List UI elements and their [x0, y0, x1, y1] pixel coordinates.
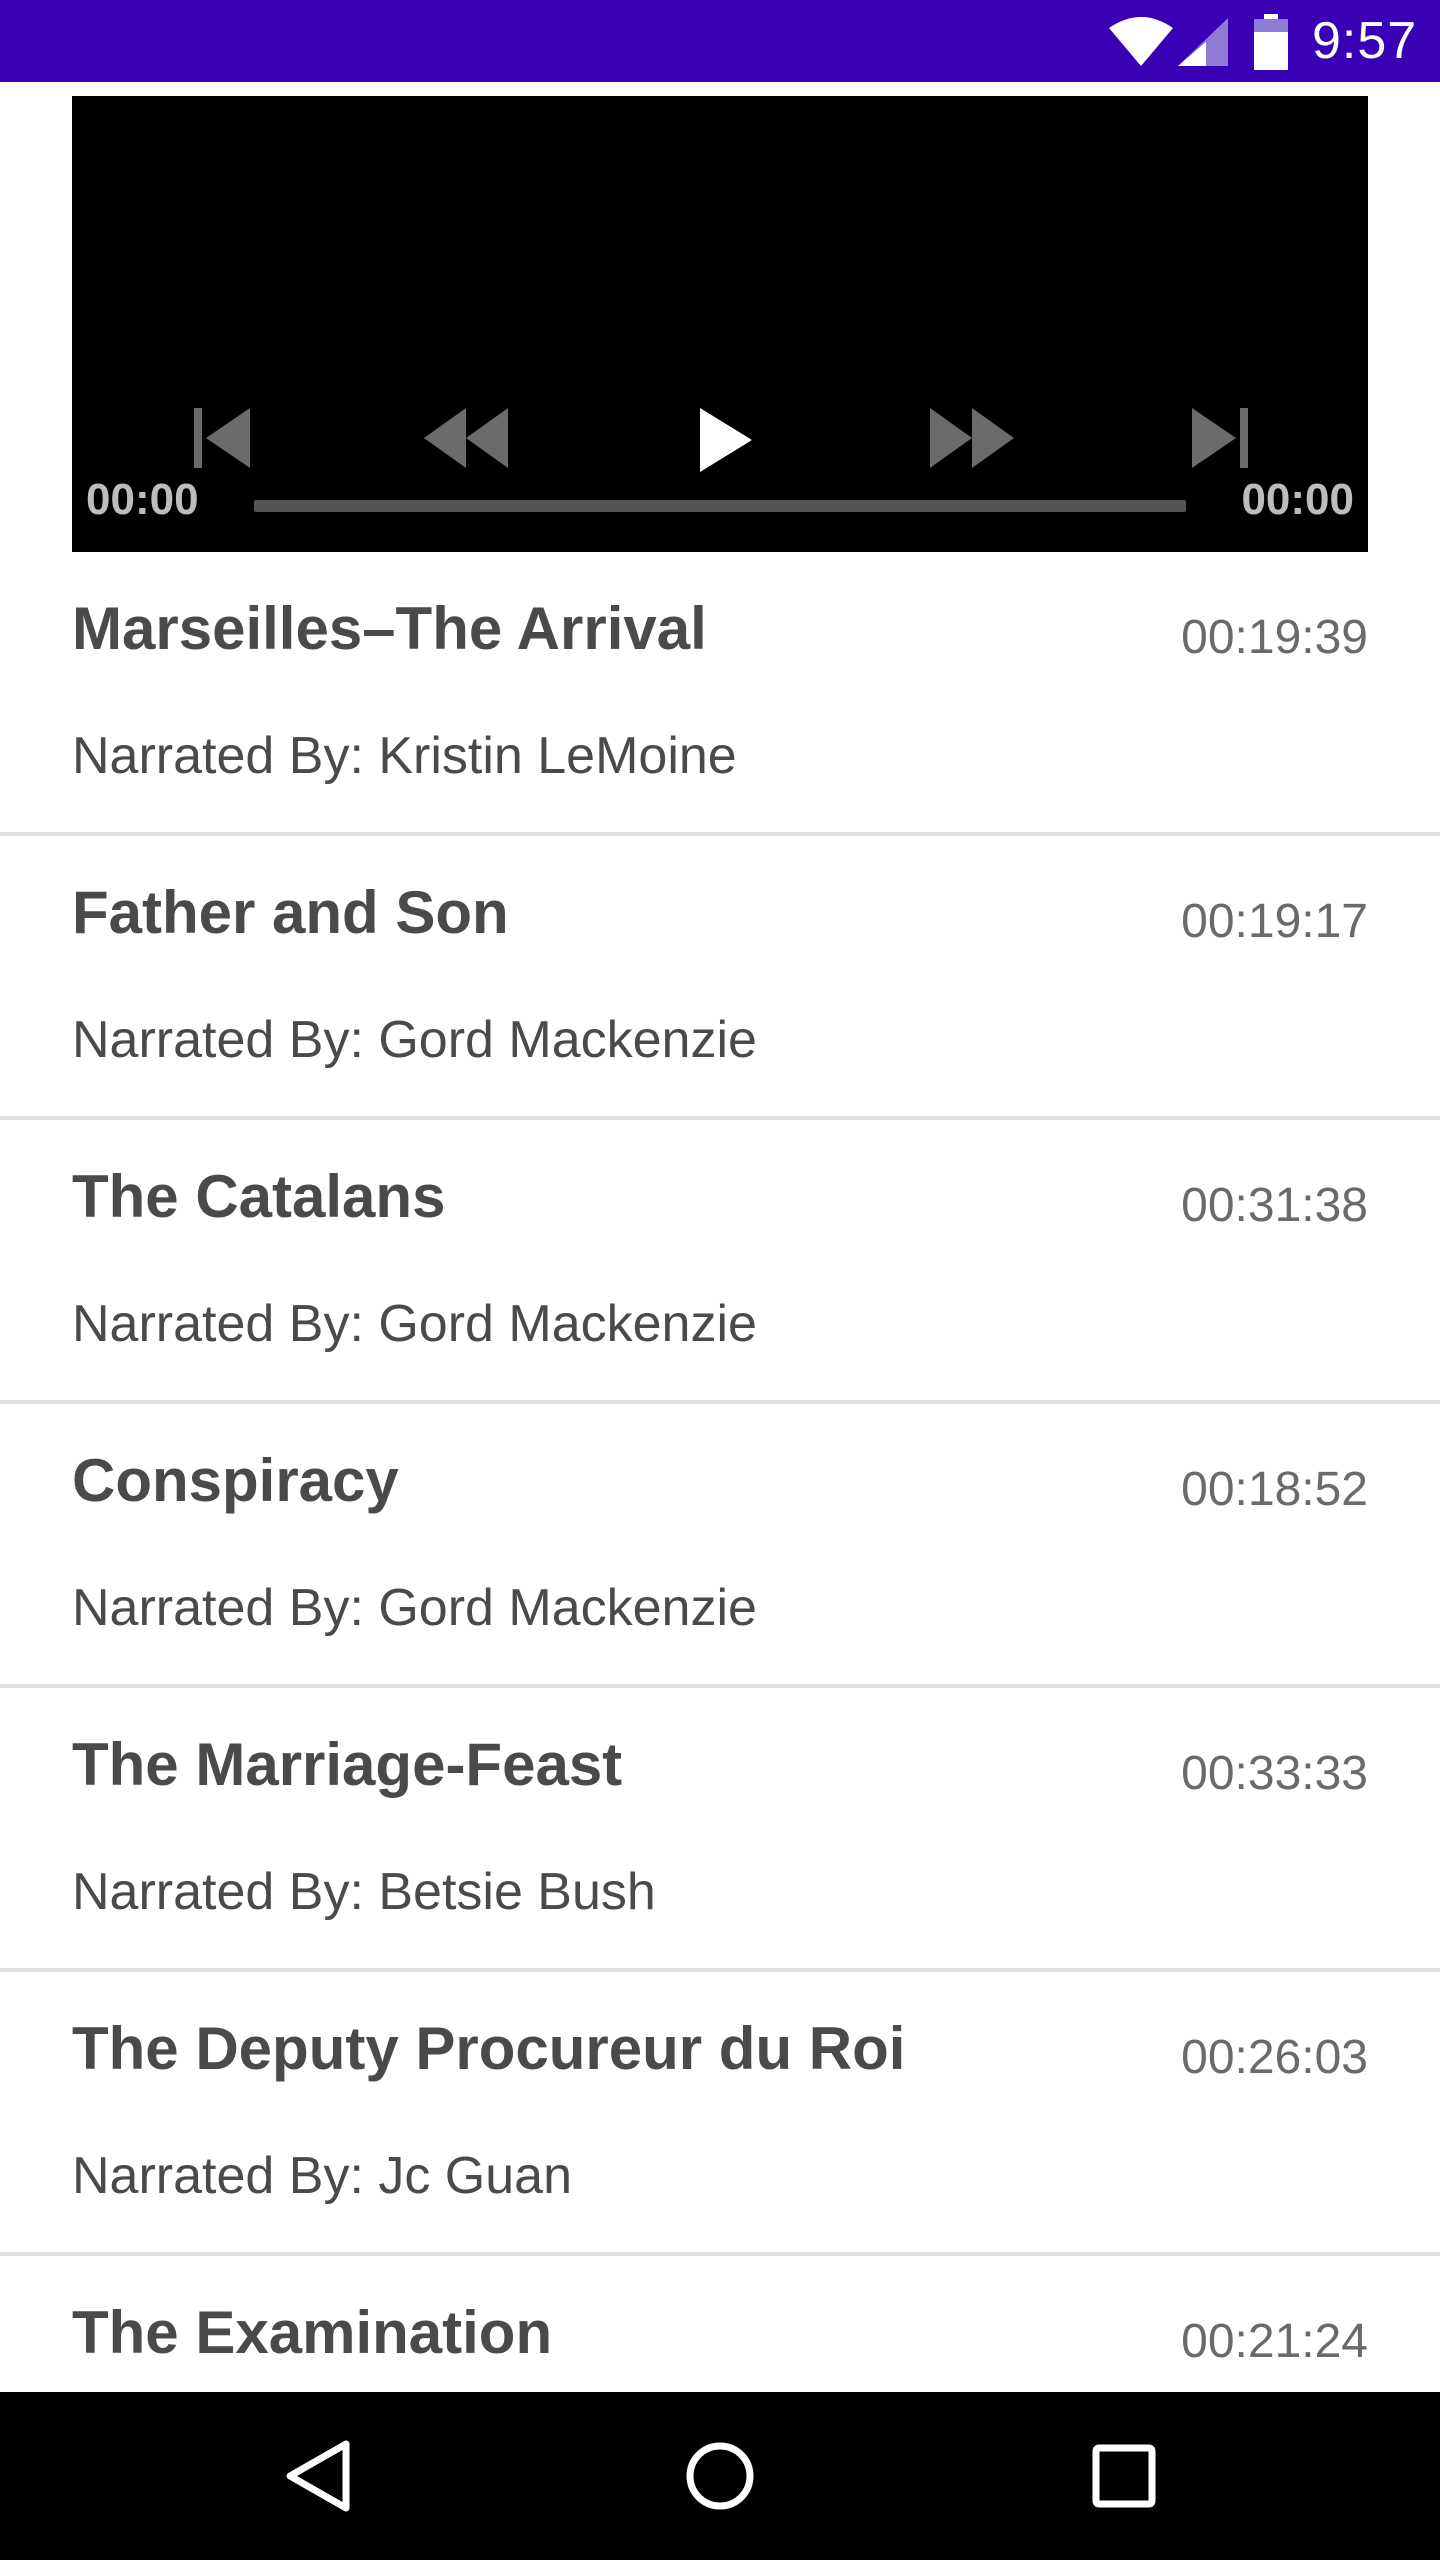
chapter-duration: 00:19:39 [1181, 611, 1368, 664]
play-button[interactable] [696, 406, 752, 474]
chapter-title: The Examination [72, 2299, 553, 2366]
chapter-item[interactable]: Marseilles–The Arrival 00:19:39 Narrated… [0, 552, 1440, 836]
skip-previous-icon [194, 408, 250, 468]
chapter-narrator: Narrated By: Gord Mackenzie [72, 1295, 757, 1353]
chapter-duration: 00:18:52 [1181, 1463, 1368, 1516]
play-icon [700, 408, 752, 472]
chapter-title: The Marriage-Feast [72, 1731, 623, 1798]
back-button[interactable] [266, 2426, 366, 2526]
current-time: 00:00 [86, 475, 199, 524]
rewind-icon [424, 408, 508, 468]
audio-player: 00:00 00:00 [72, 96, 1368, 552]
rewind-button[interactable] [424, 406, 508, 470]
fast-forward-icon [930, 408, 1014, 468]
status-bar: 9:57 [0, 0, 1440, 82]
chapter-title: Father and Son [72, 879, 509, 946]
home-icon [686, 2442, 754, 2510]
progress-bar[interactable] [254, 500, 1186, 512]
recents-button[interactable] [1074, 2426, 1174, 2526]
chapter-item[interactable]: The Marriage-Feast 00:33:33 Narrated By:… [0, 1688, 1440, 1972]
chapter-list: Marseilles–The Arrival 00:19:39 Narrated… [0, 552, 1440, 2540]
skip-next-button[interactable] [1188, 406, 1252, 470]
chapter-narrator: Narrated By: Jc Guan [72, 2147, 572, 2205]
battery-icon [1254, 14, 1288, 70]
navigation-bar [0, 2392, 1440, 2560]
chapter-item[interactable]: Conspiracy 00:18:52 Narrated By: Gord Ma… [0, 1404, 1440, 1688]
chapter-title: The Catalans [72, 1163, 446, 1230]
fast-forward-button[interactable] [930, 406, 1014, 470]
chapter-narrator: Narrated By: Kristin LeMoine [72, 727, 737, 785]
home-button[interactable] [670, 2426, 770, 2526]
chapter-narrator: Narrated By: Gord Mackenzie [72, 1011, 757, 1069]
chapter-duration: 00:26:03 [1181, 2031, 1368, 2084]
chapter-duration: 00:19:17 [1181, 895, 1368, 948]
wifi-icon [1109, 17, 1173, 66]
chapter-duration: 00:21:24 [1181, 2315, 1368, 2368]
skip-next-icon [1192, 408, 1248, 468]
recents-icon [1092, 2444, 1156, 2508]
back-icon [286, 2440, 350, 2512]
chapter-title: Marseilles–The Arrival [72, 595, 707, 662]
chapter-item[interactable]: The Catalans 00:31:38 Narrated By: Gord … [0, 1120, 1440, 1404]
chapter-narrator: Narrated By: Betsie Bush [72, 1863, 656, 1921]
cell-signal-icon [1178, 18, 1228, 66]
skip-previous-button[interactable] [190, 406, 254, 470]
chapter-title: The Deputy Procureur du Roi [72, 2015, 906, 2082]
total-time: 00:00 [1241, 475, 1354, 524]
chapter-duration: 00:31:38 [1181, 1179, 1368, 1232]
chapter-item[interactable]: The Deputy Procureur du Roi 00:26:03 Nar… [0, 1972, 1440, 2256]
chapter-duration: 00:33:33 [1181, 1747, 1368, 1800]
chapter-title: Conspiracy [72, 1447, 399, 1514]
chapter-item[interactable]: Father and Son 00:19:17 Narrated By: Gor… [0, 836, 1440, 1120]
status-time: 9:57 [1312, 12, 1418, 70]
chapter-narrator: Narrated By: Gord Mackenzie [72, 1579, 757, 1637]
